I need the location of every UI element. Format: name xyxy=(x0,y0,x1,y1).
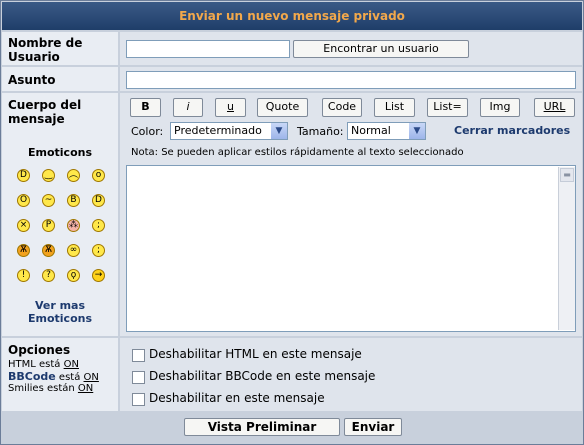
twisted-emoticon-icon[interactable]: Ѫ xyxy=(42,244,55,257)
bbcode-link[interactable]: BBCode xyxy=(8,370,56,383)
preview-button[interactable]: Vista Preliminar xyxy=(184,418,340,436)
style-note: Nota: Se pueden aplicar estilos rápidame… xyxy=(131,147,464,158)
subject-input[interactable] xyxy=(126,71,576,89)
disable-bbcode-label: Deshabilitar BBCode en este mensaje xyxy=(149,369,376,383)
lol-emoticon-icon[interactable]: D xyxy=(92,194,105,207)
chevron-down-icon: ▼ xyxy=(271,123,287,139)
bbcode-status-label: está xyxy=(58,372,81,383)
body-label-cell: Cuerpo del mensaje Emoticons Ver mas Emo… xyxy=(2,93,118,336)
message-textarea[interactable] xyxy=(126,165,576,332)
shocked-emoticon-icon[interactable]: O xyxy=(17,194,30,207)
razz-emoticon-icon[interactable]: P xyxy=(42,219,55,232)
cry-emoticon-icon[interactable]: ; xyxy=(92,219,105,232)
question-emoticon-icon[interactable]: ? xyxy=(42,269,55,282)
url-button[interactable]: URL xyxy=(534,98,575,117)
options-label: Opciones xyxy=(8,343,71,357)
smilies-status: Smilies están ON xyxy=(8,383,93,395)
subject-label: Asunto xyxy=(8,73,56,87)
color-select-value: Predeterminado xyxy=(174,124,262,137)
confused-emoticon-icon[interactable]: ~ xyxy=(42,194,55,207)
color-label: Color: xyxy=(131,125,164,138)
size-select-value: Normal xyxy=(351,124,391,137)
quote-button[interactable]: Quote xyxy=(257,98,308,117)
disable-bbcode-checkbox[interactable] xyxy=(132,371,145,384)
evil-emoticon-icon[interactable]: Ѫ xyxy=(17,244,30,257)
more-emoticons-text[interactable]: Ver mas Emoticons xyxy=(28,299,92,325)
rolleyes-emoticon-icon[interactable]: ∞ xyxy=(67,244,80,257)
close-tags-link[interactable]: Cerrar marcadores xyxy=(454,124,570,137)
emoticons-title: Emoticons xyxy=(27,146,93,159)
username-input[interactable] xyxy=(126,40,290,58)
form-title: Enviar un nuevo mensaje privado xyxy=(2,2,582,30)
bold-button[interactable]: B xyxy=(130,98,161,117)
wink-emoticon-icon[interactable]: ; xyxy=(92,244,105,257)
smilies-status-label: Smilies están xyxy=(8,383,75,394)
underline-button[interactable]: u xyxy=(215,98,246,117)
smile-emoticon-icon[interactable]: ‿ xyxy=(42,169,55,182)
more-emoticons-link[interactable]: Ver mas Emoticons xyxy=(12,299,108,325)
html-status-value: ON xyxy=(63,359,79,370)
cool-emoticon-icon[interactable]: B xyxy=(67,194,80,207)
username-label: Nombre de Usuario xyxy=(8,36,83,64)
image-button[interactable]: Img xyxy=(480,98,520,117)
exclaim-emoticon-icon[interactable]: ! xyxy=(17,269,30,282)
body-label: Cuerpo del mensaje xyxy=(8,98,82,126)
biggrin-emoticon-icon[interactable]: D xyxy=(17,169,30,182)
disable-html-label: Deshabilitar HTML en este mensaje xyxy=(149,347,362,361)
disable-smilies-label: Deshabilitar en este mensaje xyxy=(149,391,325,405)
code-button[interactable]: Code xyxy=(322,98,362,117)
idea-emoticon-icon[interactable]: ϙ xyxy=(67,269,80,282)
textarea-scrollbar[interactable]: ▬ xyxy=(558,167,575,330)
bbcode-status-value: ON xyxy=(83,372,99,383)
size-select[interactable]: Normal ▼ xyxy=(347,122,426,140)
post-form: Enviar un nuevo mensaje privado Nombre d… xyxy=(0,0,584,445)
username-label-cell: Nombre de Usuario xyxy=(2,32,118,65)
size-label: Tamaño: xyxy=(297,125,344,138)
surprised-emoticon-icon[interactable]: o xyxy=(92,169,105,182)
list-button[interactable]: List xyxy=(374,98,415,117)
italic-button[interactable]: i xyxy=(173,98,203,117)
options-label-cell: Opciones HTML está ON BBCode está ON Smi… xyxy=(2,338,118,411)
ordered-list-button[interactable]: List= xyxy=(427,98,468,117)
sad-emoticon-icon[interactable]: ︵ xyxy=(67,169,80,182)
subject-label-cell: Asunto xyxy=(2,67,118,91)
color-select[interactable]: Predeterminado ▼ xyxy=(170,122,288,140)
find-user-button[interactable]: Encontrar un usuario xyxy=(293,40,469,58)
smilies-status-value: ON xyxy=(77,383,94,394)
send-button[interactable]: Enviar xyxy=(344,418,402,436)
arrow-emoticon-icon[interactable]: → xyxy=(92,269,105,282)
scroll-up-arrow-icon[interactable]: ▬ xyxy=(560,168,574,182)
redface-emoticon-icon[interactable]: ⁂ xyxy=(67,219,80,232)
chevron-down-icon: ▼ xyxy=(409,123,425,139)
mad-emoticon-icon[interactable]: × xyxy=(17,219,30,232)
html-status-label: HTML está xyxy=(8,359,61,370)
disable-smilies-checkbox[interactable] xyxy=(132,393,145,406)
disable-html-checkbox[interactable] xyxy=(132,349,145,362)
